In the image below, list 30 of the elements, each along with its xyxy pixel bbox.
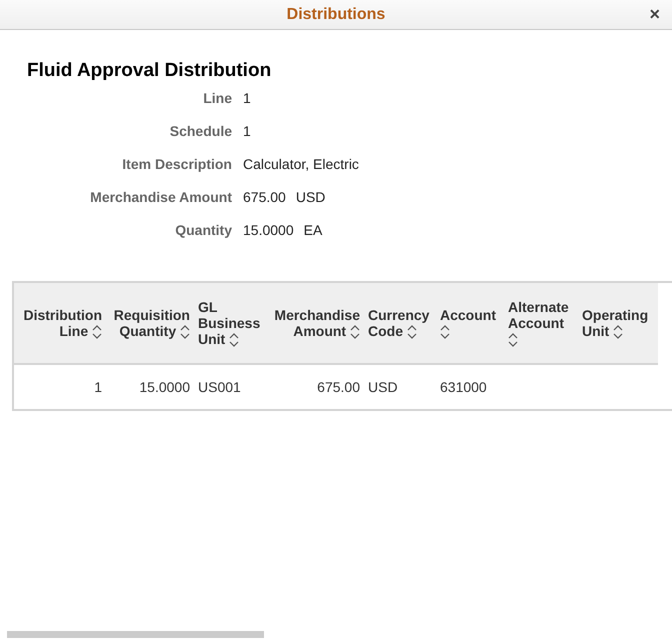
field-label: Schedule bbox=[168, 122, 232, 141]
field-value: 675.00 bbox=[243, 188, 286, 207]
sort-icon[interactable] bbox=[613, 325, 624, 340]
sort-icon[interactable] bbox=[229, 333, 240, 348]
field-label: Line bbox=[202, 89, 232, 108]
field-value: Calculator, Electric bbox=[243, 155, 359, 174]
table-cell: 1 bbox=[94, 379, 102, 395]
scrollbar-thumb[interactable] bbox=[7, 631, 264, 638]
sort-icon[interactable] bbox=[350, 325, 360, 340]
window-title: Distributions bbox=[286, 6, 386, 24]
field-value: 1 bbox=[243, 122, 251, 141]
table-cell: 675.00 bbox=[317, 379, 360, 395]
table-cell: 631000 bbox=[440, 379, 487, 395]
field-value: 15.0000 bbox=[243, 221, 294, 240]
table-cell: 15.0000 bbox=[139, 379, 190, 395]
table-cell: US001 bbox=[198, 379, 241, 395]
sort-icon[interactable] bbox=[508, 333, 518, 348]
sort-icon[interactable] bbox=[92, 325, 102, 340]
unit-label: USD bbox=[296, 188, 326, 207]
page-heading: Fluid Approval Distribution bbox=[27, 60, 272, 82]
table-cell: USD bbox=[368, 379, 398, 395]
close-button[interactable]: × bbox=[649, 5, 660, 23]
sort-icon[interactable] bbox=[406, 325, 417, 340]
field-label: Merchandise Amount bbox=[89, 188, 232, 207]
sort-icon[interactable] bbox=[180, 325, 190, 340]
field-label: Item Description bbox=[121, 155, 232, 174]
field-label: Quantity bbox=[174, 221, 232, 240]
sort-icon[interactable] bbox=[440, 325, 450, 340]
unit-label: EA bbox=[304, 221, 322, 240]
field-value: 1 bbox=[243, 89, 251, 108]
